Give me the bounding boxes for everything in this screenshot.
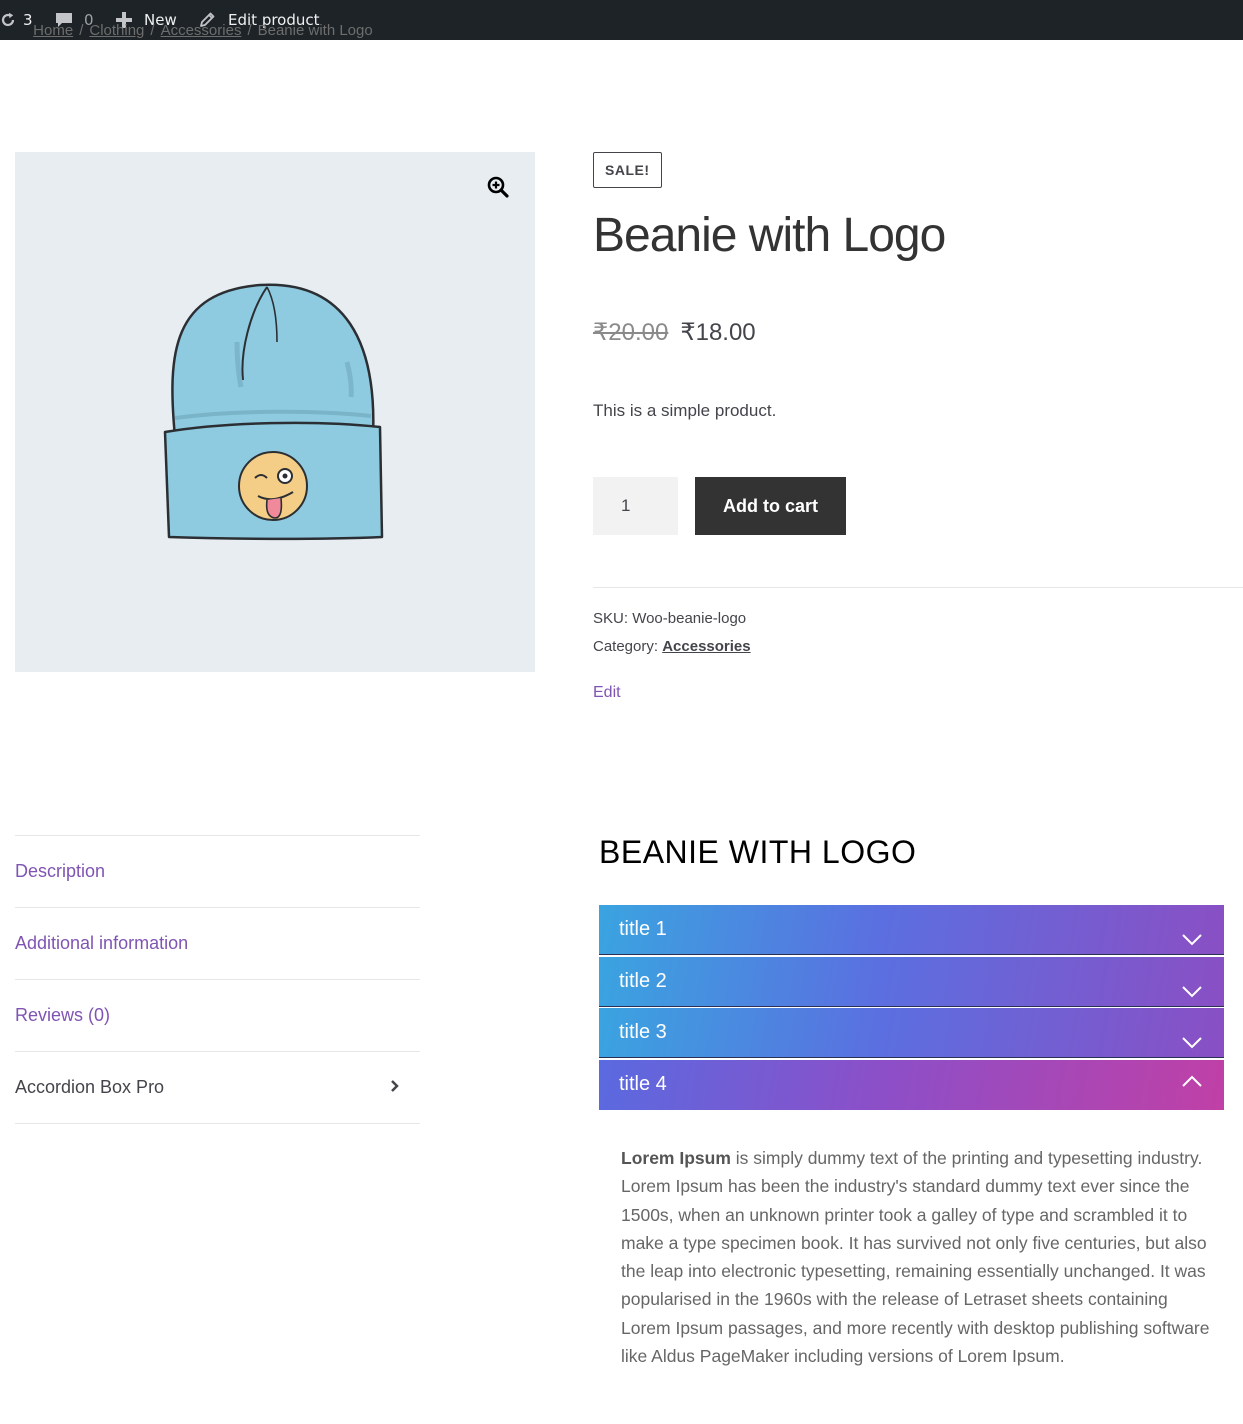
sku-label: SKU: <box>593 610 629 627</box>
breadcrumb-accessories[interactable]: Accessories <box>161 22 242 39</box>
tab-label: Accordion Box Pro <box>15 1077 165 1097</box>
tab-description[interactable]: Description <box>15 835 420 907</box>
tab-accordion-box-pro[interactable]: Accordion Box Pro <box>15 1051 420 1123</box>
tab-reviews[interactable]: Reviews (0) <box>15 979 420 1051</box>
divider <box>593 587 1243 588</box>
zoom-in-icon <box>487 176 509 203</box>
sku-value: Woo-beanie-logo <box>632 610 747 627</box>
quantity-input[interactable] <box>593 477 678 535</box>
edit-link[interactable]: Edit <box>593 684 621 702</box>
zoom-button[interactable] <box>479 170 517 208</box>
old-price: ₹20.00 <box>593 319 669 346</box>
tab-divider <box>15 1123 420 1124</box>
product-title: Beanie with Logo <box>593 209 946 262</box>
accordion-title: title 4 <box>619 1073 667 1095</box>
product-price: ₹20.00 ₹18.00 <box>593 318 756 347</box>
tab-label: Reviews (0) <box>15 1005 111 1025</box>
sale-price: ₹18.00 <box>680 319 756 346</box>
content-bold: Lorem Ipsum <box>621 1148 731 1168</box>
chevron-up-icon <box>1182 1070 1202 1093</box>
sku-line: SKU: Woo-beanie-logo <box>593 610 746 627</box>
chevron-down-icon <box>1182 981 1202 1004</box>
breadcrumb-clothing[interactable]: Clothing <box>89 22 144 39</box>
chevron-right-icon <box>390 1077 400 1098</box>
tab-label: Description <box>15 861 106 881</box>
breadcrumb: Home / Clothing / Accessories / Beanie with Lo… <box>33 22 373 39</box>
beanie-illustration <box>163 283 384 541</box>
add-to-cart-button[interactable]: Add to cart <box>695 477 846 535</box>
short-description: This is a simple product. <box>593 401 777 420</box>
sale-badge: SALE! <box>593 152 662 188</box>
accordion: title 1 title 2 title 3 title 4 <box>599 905 1224 1111</box>
tab-label: Additional information <box>15 933 189 953</box>
tab-additional-information[interactable]: Additional information <box>15 907 420 979</box>
category-line: Category: Accessories <box>593 638 751 655</box>
breadcrumb-current: Beanie with Logo <box>257 22 373 39</box>
content-text: is simply dummy text of the printing and… <box>621 1148 1210 1367</box>
accordion-content: Lorem Ipsum is simply dummy text of the … <box>621 1144 1211 1370</box>
accordion-item-3[interactable]: title 3 <box>599 1008 1224 1058</box>
refresh-icon <box>0 12 16 28</box>
chevron-down-icon <box>1182 929 1202 952</box>
accordion-item-2[interactable]: title 2 <box>599 956 1224 1007</box>
accordion-title: title 2 <box>619 969 667 992</box>
accordion-item-1[interactable]: title 1 <box>599 905 1224 955</box>
accordion-title: title 3 <box>619 1021 667 1043</box>
accordion-title: title 1 <box>619 918 667 940</box>
breadcrumb-home[interactable]: Home <box>33 22 73 39</box>
product-image[interactable] <box>15 152 535 672</box>
accordion-item-4[interactable]: title 4 <box>599 1059 1224 1110</box>
product-tabs: Description Additional information Revie… <box>15 835 420 1124</box>
accordion-heading: BEANIE WITH LOGO <box>599 834 917 870</box>
category-link[interactable]: Accessories <box>662 638 750 655</box>
category-label: Category: <box>593 638 659 655</box>
chevron-down-icon <box>1182 1032 1202 1055</box>
